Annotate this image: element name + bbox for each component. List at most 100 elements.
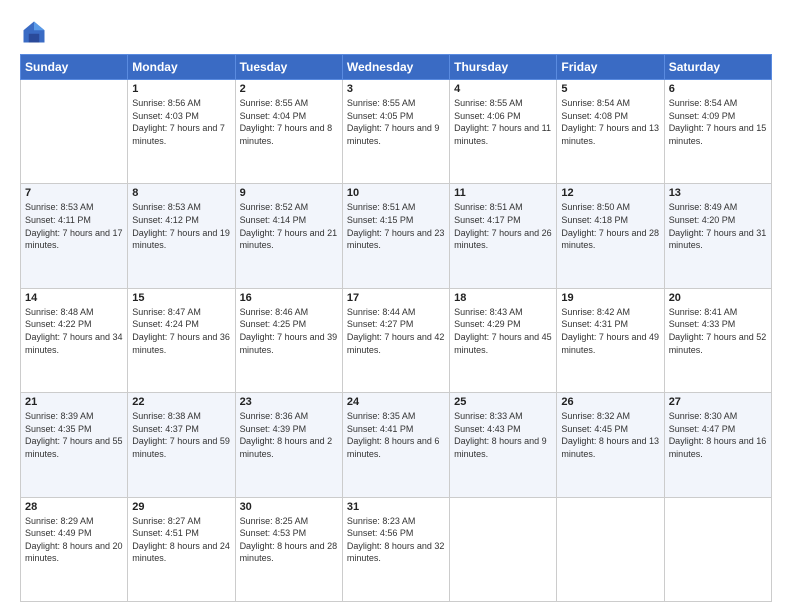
calendar-cell [21,80,128,184]
day-info: Sunrise: 8:43 AMSunset: 4:29 PMDaylight:… [454,306,552,356]
day-info: Sunrise: 8:36 AMSunset: 4:39 PMDaylight:… [240,410,338,460]
day-info: Sunrise: 8:54 AMSunset: 4:09 PMDaylight:… [669,97,767,147]
day-info: Sunrise: 8:38 AMSunset: 4:37 PMDaylight:… [132,410,230,460]
calendar-cell: 14 Sunrise: 8:48 AMSunset: 4:22 PMDayligh… [21,288,128,392]
day-number: 16 [240,292,338,304]
calendar-cell: 21 Sunrise: 8:39 AMSunset: 4:35 PMDayligh… [21,393,128,497]
day-number: 10 [347,187,445,199]
calendar-week-1: 1 Sunrise: 8:56 AMSunset: 4:03 PMDaylight… [21,80,772,184]
calendar-cell: 26 Sunrise: 8:32 AMSunset: 4:45 PMDayligh… [557,393,664,497]
day-number: 9 [240,187,338,199]
day-number: 3 [347,83,445,95]
logo [20,18,52,46]
day-number: 8 [132,187,230,199]
calendar-cell: 22 Sunrise: 8:38 AMSunset: 4:37 PMDayligh… [128,393,235,497]
calendar-cell: 24 Sunrise: 8:35 AMSunset: 4:41 PMDayligh… [342,393,449,497]
day-number: 29 [132,501,230,513]
day-info: Sunrise: 8:51 AMSunset: 4:17 PMDaylight:… [454,201,552,251]
calendar-cell: 29 Sunrise: 8:27 AMSunset: 4:51 PMDayligh… [128,497,235,601]
calendar-cell: 6Sunrise: 8:54 AMSunset: 4:09 PMDaylight… [664,80,771,184]
day-number: 26 [561,396,659,408]
day-info: Sunrise: 8:41 AMSunset: 4:33 PMDaylight:… [669,306,767,356]
weekday-header-wednesday: Wednesday [342,55,449,80]
day-info: Sunrise: 8:39 AMSunset: 4:35 PMDaylight:… [25,410,123,460]
day-info: Sunrise: 8:53 AMSunset: 4:12 PMDaylight:… [132,201,230,251]
day-info: Sunrise: 8:50 AMSunset: 4:18 PMDaylight:… [561,201,659,251]
calendar-cell [557,497,664,601]
calendar-cell: 25 Sunrise: 8:33 AMSunset: 4:43 PMDayligh… [450,393,557,497]
day-number: 23 [240,396,338,408]
day-number: 22 [132,396,230,408]
day-number: 11 [454,187,552,199]
day-number: 24 [347,396,445,408]
day-number: 28 [25,501,123,513]
day-info: Sunrise: 8:56 AMSunset: 4:03 PMDaylight:… [132,97,230,147]
calendar-cell: 13Sunrise: 8:49 AMSunset: 4:20 PMDayligh… [664,184,771,288]
day-info: Sunrise: 8:47 AMSunset: 4:24 PMDaylight:… [132,306,230,356]
day-number: 15 [132,292,230,304]
calendar-week-2: 7 Sunrise: 8:53 AMSunset: 4:11 PMDaylight… [21,184,772,288]
day-info: Sunrise: 8:55 AMSunset: 4:06 PMDaylight:… [454,97,552,147]
day-number: 25 [454,396,552,408]
page: SundayMondayTuesdayWednesdayThursdayFrid… [0,0,792,612]
weekday-header-monday: Monday [128,55,235,80]
calendar-cell: 19 Sunrise: 8:42 AMSunset: 4:31 PMDayligh… [557,288,664,392]
day-info: Sunrise: 8:55 AMSunset: 4:05 PMDaylight:… [347,97,445,147]
calendar-cell: 3 Sunrise: 8:55 AMSunset: 4:05 PMDaylight… [342,80,449,184]
calendar-cell: 8 Sunrise: 8:53 AMSunset: 4:12 PMDaylight… [128,184,235,288]
calendar-cell: 11 Sunrise: 8:51 AMSunset: 4:17 PMDayligh… [450,184,557,288]
calendar-cell: 18Sunrise: 8:43 AMSunset: 4:29 PMDayligh… [450,288,557,392]
day-number: 31 [347,501,445,513]
day-info: Sunrise: 8:23 AMSunset: 4:56 PMDaylight:… [347,515,445,565]
day-info: Sunrise: 8:55 AMSunset: 4:04 PMDaylight:… [240,97,338,147]
weekday-header-thursday: Thursday [450,55,557,80]
weekday-header-tuesday: Tuesday [235,55,342,80]
weekday-row: SundayMondayTuesdayWednesdayThursdayFrid… [21,55,772,80]
calendar-cell: 15 Sunrise: 8:47 AMSunset: 4:24 PMDayligh… [128,288,235,392]
weekday-header-saturday: Saturday [664,55,771,80]
day-info: Sunrise: 8:52 AMSunset: 4:14 PMDaylight:… [240,201,338,251]
calendar-cell: 20 Sunrise: 8:41 AMSunset: 4:33 PMDayligh… [664,288,771,392]
calendar-cell: 4 Sunrise: 8:55 AMSunset: 4:06 PMDaylight… [450,80,557,184]
day-number: 14 [25,292,123,304]
weekday-header-sunday: Sunday [21,55,128,80]
day-number: 27 [669,396,767,408]
calendar-cell: 10 Sunrise: 8:51 AMSunset: 4:15 PMDayligh… [342,184,449,288]
day-number: 5 [561,83,659,95]
day-number: 19 [561,292,659,304]
day-info: Sunrise: 8:49 AMSunset: 4:20 PMDaylight:… [669,201,767,251]
calendar-week-5: 28 Sunrise: 8:29 AMSunset: 4:49 PMDayligh… [21,497,772,601]
day-number: 1 [132,83,230,95]
calendar-cell: 23 Sunrise: 8:36 AMSunset: 4:39 PMDayligh… [235,393,342,497]
day-info: Sunrise: 8:46 AMSunset: 4:25 PMDaylight:… [240,306,338,356]
calendar-cell: 31 Sunrise: 8:23 AMSunset: 4:56 PMDayligh… [342,497,449,601]
day-number: 21 [25,396,123,408]
day-info: Sunrise: 8:54 AMSunset: 4:08 PMDaylight:… [561,97,659,147]
day-number: 4 [454,83,552,95]
day-info: Sunrise: 8:29 AMSunset: 4:49 PMDaylight:… [25,515,123,565]
day-number: 20 [669,292,767,304]
calendar-cell: 5 Sunrise: 8:54 AMSunset: 4:08 PMDaylight… [557,80,664,184]
day-info: Sunrise: 8:48 AMSunset: 4:22 PMDaylight:… [25,306,123,356]
day-number: 7 [25,187,123,199]
calendar-cell: 30Sunrise: 8:25 AMSunset: 4:53 PMDayligh… [235,497,342,601]
calendar-body: 1 Sunrise: 8:56 AMSunset: 4:03 PMDaylight… [21,80,772,602]
day-info: Sunrise: 8:51 AMSunset: 4:15 PMDaylight:… [347,201,445,251]
day-info: Sunrise: 8:32 AMSunset: 4:45 PMDaylight:… [561,410,659,460]
day-number: 2 [240,83,338,95]
day-info: Sunrise: 8:35 AMSunset: 4:41 PMDaylight:… [347,410,445,460]
day-info: Sunrise: 8:44 AMSunset: 4:27 PMDaylight:… [347,306,445,356]
calendar-cell [450,497,557,601]
day-number: 30 [240,501,338,513]
day-info: Sunrise: 8:42 AMSunset: 4:31 PMDaylight:… [561,306,659,356]
calendar-cell: 16 Sunrise: 8:46 AMSunset: 4:25 PMDayligh… [235,288,342,392]
day-info: Sunrise: 8:53 AMSunset: 4:11 PMDaylight:… [25,201,123,251]
day-info: Sunrise: 8:33 AMSunset: 4:43 PMDaylight:… [454,410,552,460]
weekday-header-friday: Friday [557,55,664,80]
calendar-cell: 9 Sunrise: 8:52 AMSunset: 4:14 PMDaylight… [235,184,342,288]
day-info: Sunrise: 8:27 AMSunset: 4:51 PMDaylight:… [132,515,230,565]
calendar-cell: 7 Sunrise: 8:53 AMSunset: 4:11 PMDaylight… [21,184,128,288]
calendar-week-4: 21 Sunrise: 8:39 AMSunset: 4:35 PMDayligh… [21,393,772,497]
calendar-table: SundayMondayTuesdayWednesdayThursdayFrid… [20,54,772,602]
calendar-cell: 12Sunrise: 8:50 AMSunset: 4:18 PMDayligh… [557,184,664,288]
